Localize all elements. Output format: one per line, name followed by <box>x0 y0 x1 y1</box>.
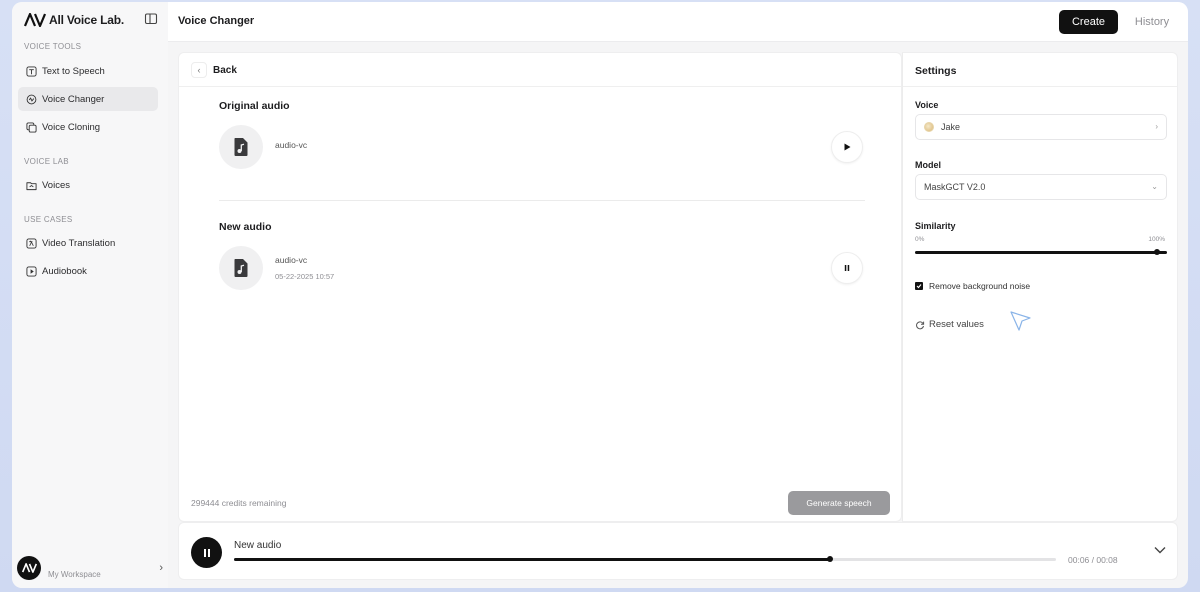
similarity-slider-handle[interactable] <box>1153 249 1160 255</box>
page-title: Voice Changer <box>178 15 255 27</box>
workspace-switcher[interactable]: My Workspace › <box>17 554 163 582</box>
similarity-min: 0% <box>915 236 925 243</box>
create-tab-button[interactable]: Create <box>1059 10 1118 34</box>
sidebar-item-label: Voice Cloning <box>42 121 101 133</box>
audio-file-icon <box>234 138 248 156</box>
model-select[interactable]: MaskGCT V2.0 ⌄ <box>915 174 1167 200</box>
section-label-voice-tools: VOICE TOOLS <box>24 42 82 51</box>
voices-folder-icon <box>26 181 37 190</box>
model-value: MaskGCT V2.0 <box>924 182 986 192</box>
workspace-avatar <box>17 556 41 580</box>
top-header: Voice Changer Create History <box>168 2 1188 42</box>
section-label-voice-lab: VOICE LAB <box>24 157 69 166</box>
workspace-label: My Workspace <box>48 569 101 579</box>
voice-label: Voice <box>915 100 939 110</box>
generate-speech-button[interactable]: Generate speech <box>788 491 890 515</box>
sidebar-item-audiobook[interactable]: Audiobook <box>18 259 158 283</box>
chevron-right-icon: › <box>159 562 163 574</box>
chevron-left-icon: ‹ <box>191 62 207 78</box>
voice-cloning-icon <box>26 121 37 133</box>
sidebar-item-label: Video Translation <box>42 237 116 249</box>
brand-logo[interactable]: All Voice Lab. <box>24 10 158 30</box>
sidebar: All Voice Lab. VOICE TOOLS Text to Speec… <box>12 2 168 588</box>
sidebar-toggle-icon[interactable] <box>144 12 158 26</box>
divider <box>179 86 901 87</box>
credits-remaining: 299444 credits remaining <box>191 498 287 508</box>
sidebar-item-voices[interactable]: Voices <box>18 173 158 197</box>
similarity-label: Similarity <box>915 221 956 231</box>
similarity-max: 100% <box>1148 236 1165 243</box>
remove-noise-label: Remove background noise <box>929 281 1031 291</box>
audio-file-thumbnail <box>219 125 263 169</box>
sidebar-item-video-translation[interactable]: Video Translation <box>18 231 158 255</box>
remove-noise-checkbox[interactable]: Remove background noise <box>915 281 1030 291</box>
divider <box>219 200 865 201</box>
video-translation-icon <box>26 237 37 249</box>
app-window: All Voice Lab. VOICE TOOLS Text to Speec… <box>12 2 1188 588</box>
audio-file-thumbnail <box>219 246 263 290</box>
original-audio-title: Original audio <box>219 100 290 112</box>
sidebar-item-text-to-speech[interactable]: Text to Speech <box>18 59 158 83</box>
new-audio-name: audio-vc <box>275 255 308 265</box>
mouse-cursor-icon <box>1010 311 1031 331</box>
voice-value: Jake <box>941 122 961 132</box>
chevron-right-icon: › <box>1155 122 1158 131</box>
reset-values-label: Reset values <box>929 319 984 330</box>
refresh-icon <box>916 320 925 329</box>
original-audio-name: audio-vc <box>275 140 308 150</box>
brand-logo-icon <box>21 563 37 573</box>
settings-title: Settings <box>915 65 957 77</box>
player-track-title: New audio <box>234 540 282 551</box>
main-panel: ‹ Back Original audio audio-vc New audio <box>178 52 902 522</box>
pause-new-button[interactable] <box>831 252 863 284</box>
checkbox-checked-icon <box>915 282 923 290</box>
chevron-down-icon: ⌄ <box>1151 182 1158 191</box>
voice-avatar-icon <box>924 122 934 132</box>
pause-icon <box>203 548 210 557</box>
player-progress-bar[interactable] <box>234 556 1056 562</box>
sidebar-item-label: Voices <box>42 179 70 191</box>
back-label: Back <box>213 64 237 76</box>
model-label: Model <box>915 160 941 170</box>
chevron-down-icon[interactable] <box>1153 545 1167 555</box>
history-tab-button[interactable]: History <box>1124 10 1180 34</box>
audiobook-icon <box>26 265 37 277</box>
back-button[interactable]: ‹ Back <box>191 61 237 79</box>
pause-icon <box>844 265 850 271</box>
play-icon <box>844 143 851 151</box>
text-to-speech-icon <box>26 65 37 77</box>
audio-player-bar: New audio 00:06 / 00:08 <box>178 522 1178 580</box>
sidebar-item-voice-cloning[interactable]: Voice Cloning <box>18 115 158 139</box>
voice-select[interactable]: Jake › <box>915 114 1167 140</box>
reset-values-button[interactable]: Reset values <box>915 319 984 330</box>
play-original-button[interactable] <box>831 131 863 163</box>
sidebar-item-label: Voice Changer <box>42 93 105 105</box>
player-progress-fill <box>234 558 830 561</box>
player-time: 00:06 / 00:08 <box>1068 555 1118 565</box>
player-progress-handle[interactable] <box>826 556 833 562</box>
new-audio-date: 05-22-2025 10:57 <box>275 272 335 281</box>
divider <box>903 86 1177 87</box>
audio-file-icon <box>234 259 248 277</box>
voice-changer-icon <box>26 94 37 104</box>
new-audio-title: New audio <box>219 221 272 233</box>
sidebar-item-voice-changer[interactable]: Voice Changer <box>18 87 158 111</box>
brand-name: All Voice Lab. <box>49 13 124 27</box>
brand-logo-icon <box>24 13 46 27</box>
section-label-use-cases: USE CASES <box>24 215 73 224</box>
sidebar-item-label: Audiobook <box>42 265 87 277</box>
sidebar-item-label: Text to Speech <box>42 65 105 77</box>
settings-panel: Settings Voice Jake › Model MaskGCT V2.0… <box>902 52 1178 522</box>
player-pause-button[interactable] <box>191 537 222 568</box>
similarity-slider[interactable] <box>915 249 1167 255</box>
